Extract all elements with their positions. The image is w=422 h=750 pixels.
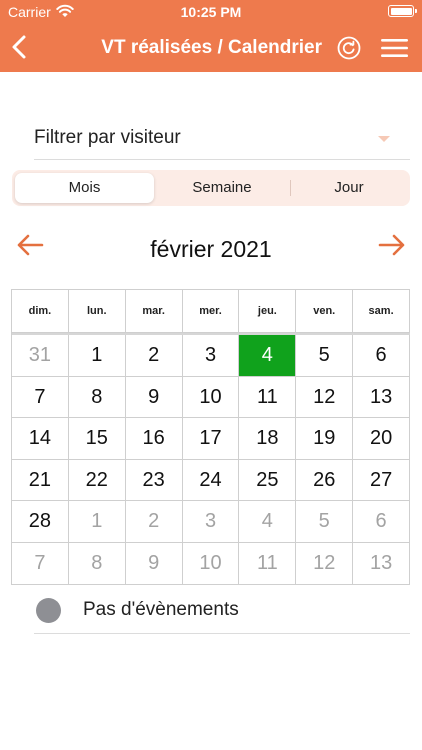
chevron-left-icon[interactable]	[8, 34, 30, 60]
calendar-day-today[interactable]: 4	[239, 335, 297, 377]
calendar-day-other-month[interactable]: 9	[125, 542, 183, 585]
calendar-day-other-month[interactable]: 6	[353, 501, 411, 543]
weekday-label: lun.	[68, 290, 126, 333]
calendar-day-other-month[interactable]: 5	[296, 501, 354, 543]
calendar-week-row: 7 8 9 10 11 12 13	[12, 542, 411, 585]
calendar-day[interactable]: 26	[296, 459, 354, 502]
page-title: VT réalisées / Calendrier	[101, 37, 322, 58]
calendar-day-other-month[interactable]: 11	[239, 542, 297, 585]
calendar-day[interactable]: 14	[12, 418, 69, 460]
tab-mois[interactable]: Mois	[15, 173, 154, 203]
calendar-day[interactable]: 7	[12, 376, 69, 419]
calendar-day[interactable]: 5	[296, 335, 354, 377]
calendar-day[interactable]: 19	[296, 418, 354, 460]
refresh-icon[interactable]	[337, 36, 361, 60]
weekday-label: jeu.	[239, 290, 297, 333]
visitor-filter-placeholder: Filtrer par visiteur	[34, 127, 181, 148]
calendar-day[interactable]: 20	[353, 418, 411, 460]
calendar-day[interactable]: 8	[68, 376, 126, 419]
calendar-day[interactable]: 12	[296, 376, 354, 419]
calendar-day[interactable]: 25	[239, 459, 297, 502]
caret-down-icon	[378, 136, 390, 142]
calendar-week-row: 7 8 9 10 11 12 13	[12, 376, 411, 419]
status-time: 10:25 PM	[180, 4, 242, 20]
calendar-day-other-month[interactable]: 2	[125, 501, 183, 543]
tab-semaine[interactable]: Semaine	[154, 173, 290, 203]
calendar-week-row: 21 22 23 24 25 26 27	[12, 459, 411, 502]
calendar-day[interactable]: 6	[353, 335, 411, 377]
calendar-day-other-month[interactable]: 13	[353, 542, 411, 585]
calendar-day-other-month[interactable]: 7	[12, 542, 69, 585]
status-bar: Carrier 10:25 PM	[0, 0, 422, 24]
calendar-week-row: 28 1 2 3 4 5 6	[12, 501, 411, 543]
calendar-day-other-month[interactable]: 12	[296, 542, 354, 585]
calendar-day[interactable]: 10	[182, 376, 240, 419]
view-segmented-control: Mois Semaine Jour	[12, 170, 410, 206]
calendar-day[interactable]: 16	[125, 418, 183, 460]
visitor-filter-select[interactable]: Filtrer par visiteur	[34, 118, 410, 160]
calendar-day[interactable]: 1	[68, 335, 126, 377]
calendar-day-other-month[interactable]: 10	[182, 542, 240, 585]
calendar-day[interactable]: 23	[125, 459, 183, 502]
calendar-day[interactable]: 15	[68, 418, 126, 460]
weekday-label: sam.	[353, 290, 411, 333]
no-events-label: Pas d'évènements	[83, 599, 239, 620]
weekday-label: ven.	[296, 290, 354, 333]
tab-jour[interactable]: Jour	[291, 173, 407, 203]
calendar-day-other-month[interactable]: 8	[68, 542, 126, 585]
battery-icon	[388, 5, 417, 17]
calendar-day[interactable]: 11	[239, 376, 297, 419]
calendar-day[interactable]: 13	[353, 376, 411, 419]
calendar-day-other-month[interactable]: 31	[12, 335, 69, 377]
calendar-day[interactable]: 27	[353, 459, 411, 502]
hamburger-menu-icon[interactable]	[381, 39, 408, 57]
calendar-week-row: 31 1 2 3 4 5 6	[12, 335, 411, 377]
weekday-header-row: dim. lun. mar. mer. jeu. ven. sam.	[12, 290, 411, 335]
calendar-day-other-month[interactable]: 4	[239, 501, 297, 543]
weekday-label: dim.	[12, 290, 69, 333]
calendar-day[interactable]: 9	[125, 376, 183, 419]
events-list: Pas d'évènements	[34, 590, 410, 634]
calendar-day-other-month[interactable]: 1	[68, 501, 126, 543]
arrow-right-icon[interactable]	[378, 233, 406, 257]
event-status-dot	[36, 598, 61, 623]
calendar-day-other-month[interactable]: 3	[182, 501, 240, 543]
month-calendar-grid: dim. lun. mar. mer. jeu. ven. sam. 31 1 2 3…	[11, 289, 411, 585]
calendar-day[interactable]: 22	[68, 459, 126, 502]
month-title: février 2021	[150, 236, 272, 262]
calendar-day[interactable]: 2	[125, 335, 183, 377]
calendar-day[interactable]: 17	[182, 418, 240, 460]
nav-header: Carrier 10:25 PM VT réalisées / Calendri…	[0, 0, 422, 72]
calendar-day[interactable]: 18	[239, 418, 297, 460]
calendar-day[interactable]: 3	[182, 335, 240, 377]
calendar-day[interactable]: 24	[182, 459, 240, 502]
weekday-label: mar.	[125, 290, 183, 333]
calendar-week-row: 14 15 16 17 18 19 20	[12, 418, 411, 460]
calendar-day[interactable]: 28	[12, 501, 69, 543]
weekday-label: mer.	[182, 290, 240, 333]
calendar-day[interactable]: 21	[12, 459, 69, 502]
